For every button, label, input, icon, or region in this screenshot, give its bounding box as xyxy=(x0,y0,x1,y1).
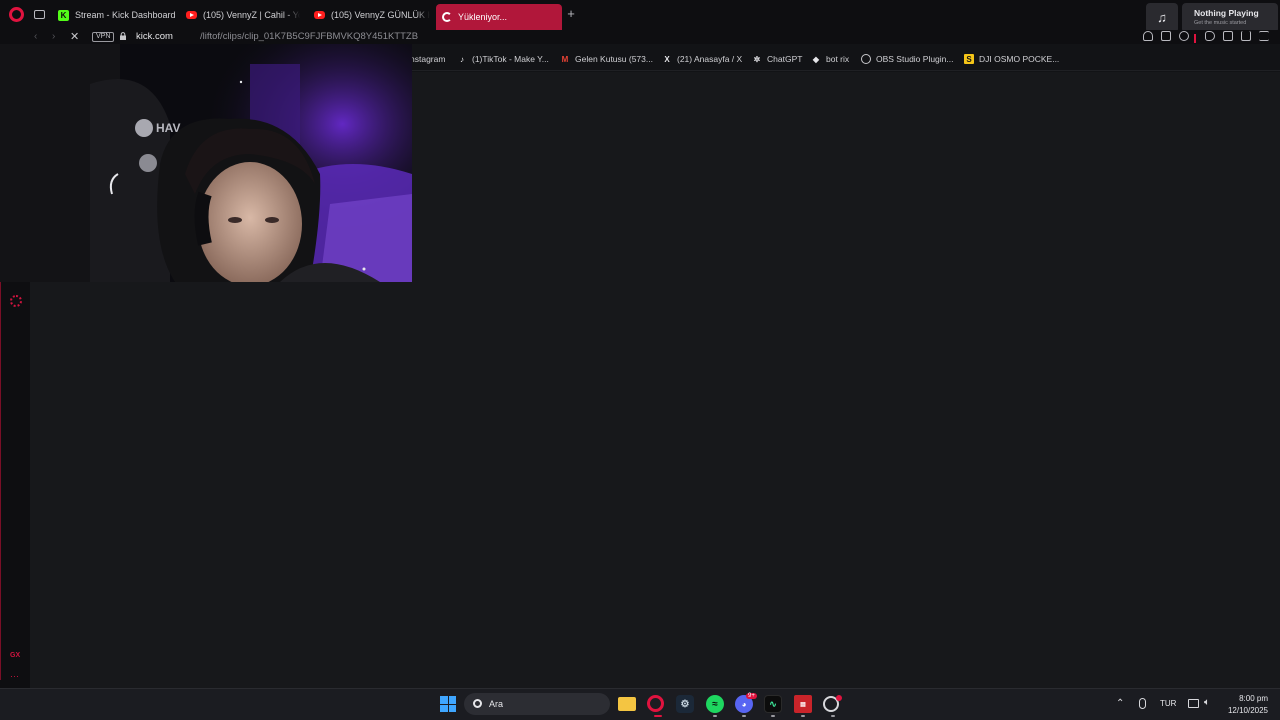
download-icon[interactable] xyxy=(1241,31,1251,41)
steam-icon[interactable]: ⚙ xyxy=(676,695,694,713)
url-path[interactable]: /liftof/clips/clip_01K7B5C9FJFBMVKQ8Y451… xyxy=(200,31,418,42)
tab-youtube-cahil[interactable]: (105) VennyZ | Cahil - Yo xyxy=(182,4,300,26)
music-note-icon[interactable]: ♫ xyxy=(1146,3,1178,33)
gx-corner-icon[interactable]: GX xyxy=(10,652,20,659)
vpn-badge[interactable]: VPN xyxy=(92,32,115,42)
spotify-icon[interactable]: ≈ xyxy=(706,695,724,713)
bookmark-dji[interactable]: S DJI OSMO POCKE... xyxy=(964,53,1059,65)
extensions-icon[interactable] xyxy=(1205,31,1215,41)
new-tab-button[interactable]: + xyxy=(565,7,577,21)
dji-icon: S xyxy=(964,54,974,64)
extension-shield-icon[interactable] xyxy=(1179,31,1189,41)
bookmark-chatgpt[interactable]: ✲ ChatGPT xyxy=(752,53,803,65)
tab-manager-icon[interactable] xyxy=(34,10,45,19)
wallet-icon[interactable] xyxy=(1223,31,1233,41)
menu-icon[interactable] xyxy=(1259,31,1269,41)
bookmark-instagram[interactable]: nstagram xyxy=(410,53,445,65)
tray-overflow-chevron-icon[interactable]: ⌃ xyxy=(1116,698,1124,709)
sidebar-accent-line xyxy=(0,280,1,680)
now-playing-title: Nothing Playing xyxy=(1194,8,1259,18)
stop-loading-icon[interactable]: ✕ xyxy=(70,30,79,43)
bookmark-obs[interactable]: OBS Studio Plugin... xyxy=(861,53,954,65)
microphone-icon[interactable] xyxy=(1139,698,1146,709)
tab-kick-dashboard[interactable]: K Stream - Kick Dashboard xyxy=(54,4,180,26)
forward-arrow-icon[interactable]: › xyxy=(52,31,55,42)
tab-youtube-gunluk[interactable]: (105) VennyZ GÜNLÜK KI xyxy=(310,4,430,26)
lock-icon[interactable] xyxy=(119,32,127,40)
opera-gx-logo-icon[interactable] xyxy=(9,7,24,22)
volume-icon[interactable]: 🔈︎ xyxy=(1204,697,1210,708)
now-playing-subtitle: Get the music started xyxy=(1194,20,1247,26)
youtube-icon xyxy=(314,11,325,19)
tab-label: Stream - Kick Dashboard xyxy=(75,10,176,20)
tab-loading[interactable]: Yükleniyor... xyxy=(436,4,562,30)
clock-date[interactable]: 12/10/2025 xyxy=(1220,706,1268,715)
now-playing-widget[interactable]: Nothing Playing Get the music started xyxy=(1182,3,1278,33)
chatgpt-icon: ✲ xyxy=(753,54,761,64)
sidebar-more-icon[interactable]: ··· xyxy=(10,671,19,681)
bookmark-x[interactable]: X (21) Anasayfa / X xyxy=(662,53,742,65)
bookmark-tiktok[interactable]: ♪ (1)TikTok - Make Y... xyxy=(457,53,549,65)
taskbar-search-input[interactable] xyxy=(464,693,610,715)
display-icon[interactable] xyxy=(1188,699,1199,708)
windows-start-icon[interactable] xyxy=(440,696,456,712)
notifications-icon[interactable] xyxy=(1143,31,1153,41)
clock-time[interactable]: 8:00 pm xyxy=(1225,694,1268,703)
back-arrow-icon[interactable]: ‹ xyxy=(34,31,37,42)
search-placeholder: Ara xyxy=(489,699,504,709)
news-app-icon[interactable]: ▤ xyxy=(794,695,812,713)
obs-icon xyxy=(861,54,871,64)
discord-notification-badge: 9+ xyxy=(746,693,757,699)
bookmark-gmail[interactable]: M Gelen Kutusu (573... xyxy=(560,53,653,65)
tab-label: Yükleniyor... xyxy=(458,12,508,22)
gmail-icon: M xyxy=(561,54,569,64)
youtube-icon xyxy=(186,11,197,19)
address-bar xyxy=(0,30,1280,44)
url-host[interactable]: kick.com xyxy=(136,31,173,42)
notification-dot xyxy=(836,695,842,701)
bookmark-botrix[interactable]: ◆ bot rix xyxy=(811,53,849,65)
settings-gear-icon[interactable] xyxy=(10,295,22,307)
search-icon xyxy=(473,699,482,708)
kick-icon: K xyxy=(58,9,69,21)
input-language[interactable]: TUR xyxy=(1160,699,1176,708)
gx-accent-indicator xyxy=(1194,34,1196,43)
botrix-icon: ◆ xyxy=(812,54,820,64)
audio-app-icon[interactable]: ∿ xyxy=(764,695,782,713)
opera-gx-icon[interactable] xyxy=(647,695,664,712)
snapshot-icon[interactable] xyxy=(1161,31,1171,41)
webcam-overlay: HAV xyxy=(0,44,412,282)
x-icon: X xyxy=(664,54,670,64)
taskbar xyxy=(0,688,1280,720)
file-explorer-icon[interactable] xyxy=(618,697,636,711)
loading-spinner-icon xyxy=(442,12,452,22)
tiktok-icon: ♪ xyxy=(460,54,464,64)
